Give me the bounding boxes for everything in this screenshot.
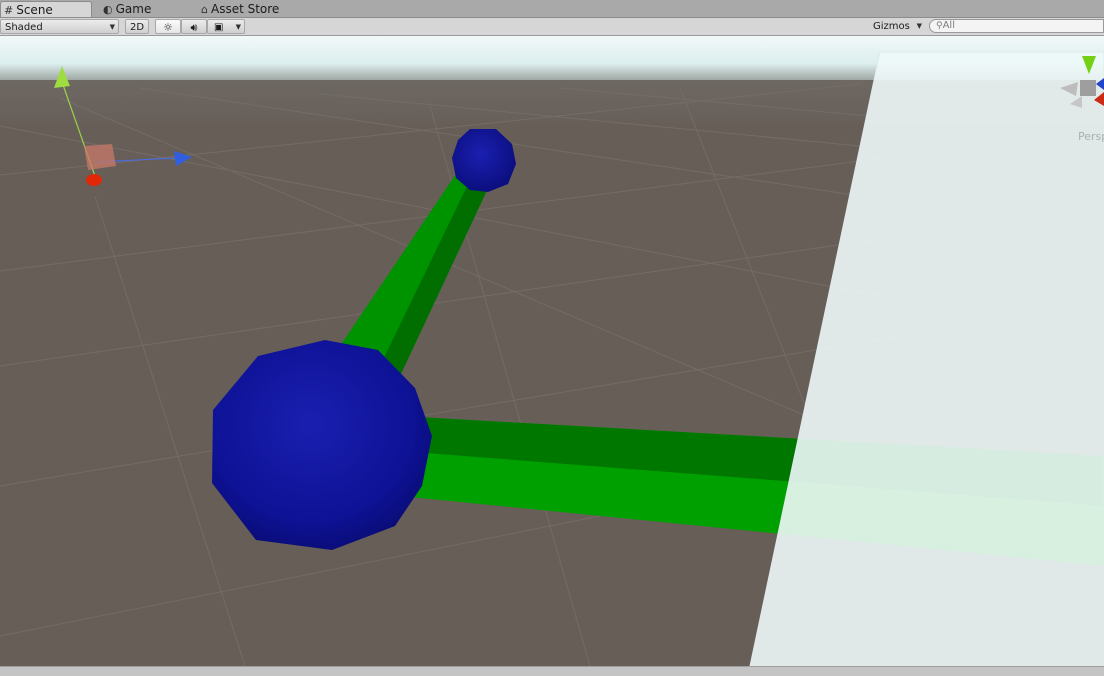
speaker-icon: 🔊︎ [190, 21, 198, 34]
tab-game[interactable]: ◐ Game [100, 1, 190, 17]
gizmos-label: Gizmos [873, 21, 910, 32]
tab-scene-label: Scene [16, 3, 53, 17]
tab-asset-store-label: Asset Store [210, 2, 280, 16]
image-icon: ▣ [214, 22, 224, 33]
chevron-down-icon: ▼ [916, 22, 922, 30]
shading-mode-dropdown[interactable]: Shaded ▼ [0, 19, 119, 34]
plane-handle-icon[interactable] [84, 144, 116, 170]
scene-lighting-toggle[interactable]: ☼ [155, 19, 181, 34]
asset-store-bag-icon: ⌂ [201, 3, 208, 16]
projection-label[interactable]: Persp [1078, 130, 1104, 143]
scene-viewport[interactable]: Persp [0, 36, 1104, 666]
tab-game-label: Game [115, 2, 152, 16]
chevron-down-icon: ▼ [235, 23, 241, 31]
z-axis-cone-icon[interactable] [86, 174, 102, 186]
search-placeholder: All [942, 20, 955, 31]
scene-grid-icon: # [4, 4, 14, 17]
gizmos-dropdown[interactable]: Gizmos ▼ [868, 19, 923, 34]
scene-audio-toggle[interactable]: 🔊︎ [181, 19, 207, 34]
game-pacman-icon: ◐ [103, 3, 113, 16]
hierarchy-search-input[interactable]: ⚲All [929, 19, 1104, 33]
chevron-down-icon: ▼ [109, 23, 115, 31]
toggle-2d-button[interactable]: 2D [125, 19, 149, 34]
scene-toolbar: Shaded ▼ 2D ☼ 🔊︎ ▣ ▼ Gizmos ▼ ⚲All [0, 18, 1104, 36]
tab-scene[interactable]: # Scene [0, 1, 92, 17]
tab-asset-store[interactable]: ⌂ Asset Store [198, 1, 308, 17]
toggle-2d-label: 2D [129, 22, 145, 33]
sun-icon: ☼ [163, 21, 173, 34]
shading-mode-label: Shaded [5, 22, 43, 33]
center-cube-icon[interactable] [1080, 80, 1096, 96]
scene-effects-dropdown[interactable]: ▣ ▼ [207, 19, 245, 34]
search-icon: ⚲ [936, 21, 943, 31]
editor-tab-bar: # Scene ◐ Game ⌂ Asset Store [0, 0, 1104, 18]
scene-render[interactable]: Persp [0, 36, 1104, 666]
